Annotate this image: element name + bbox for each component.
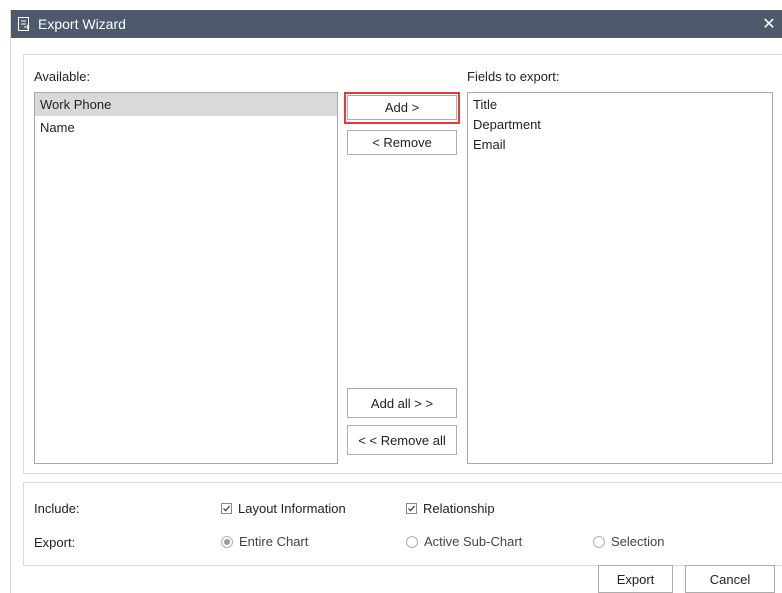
window-title: Export Wizard [38, 16, 126, 32]
layout-information-checkbox[interactable]: Layout Information [221, 501, 346, 516]
entire-chart-label: Entire Chart [239, 534, 309, 549]
active-sub-chart-label: Active Sub-Chart [424, 534, 523, 549]
cancel-button[interactable]: Cancel [685, 565, 775, 593]
selection-radio[interactable]: Selection [593, 534, 664, 549]
list-item[interactable]: Email [468, 133, 772, 156]
remove-all-button[interactable]: < < Remove all [347, 425, 457, 455]
remove-button-label: < Remove [372, 135, 432, 150]
checkbox-checked-icon[interactable] [406, 503, 417, 514]
available-fields-list[interactable]: Work Phone Name [34, 92, 338, 464]
include-label: Include: [34, 501, 80, 516]
export-label: Export: [34, 535, 76, 550]
relationship-label: Relationship [423, 501, 495, 516]
options-panel: Include: Layout Information Relationship… [23, 482, 782, 566]
field-selection-panel: Available: Fields to export: Work Phone … [23, 54, 782, 474]
cancel-button-label: Cancel [709, 571, 751, 587]
radio-unselected-icon[interactable] [593, 535, 605, 548]
export-button[interactable]: Export [598, 565, 673, 593]
list-item-label: Title [473, 97, 498, 112]
list-item-label: Name [40, 120, 75, 135]
entire-chart-radio[interactable]: Entire Chart [221, 534, 308, 549]
add-button-label: Add > [384, 100, 420, 115]
selection-label: Selection [611, 534, 665, 549]
export-button-label: Export [616, 571, 655, 587]
fields-to-export-list[interactable]: Title Department Email [467, 92, 773, 464]
radio-selected-icon[interactable] [221, 535, 233, 548]
available-label: Available: [34, 69, 91, 84]
list-item-label: Work Phone [40, 97, 112, 112]
export-wizard-dialog: Export Wizard ✕ Available: Fields to exp… [10, 10, 782, 593]
add-all-button-label: Add all > > [370, 395, 434, 411]
layout-information-label: Layout Information [238, 501, 346, 516]
remove-all-button-label: < < Remove all [358, 432, 446, 448]
export-document-icon [17, 17, 31, 31]
add-all-button[interactable]: Add all > > [347, 388, 457, 418]
list-item-label: Department [473, 117, 541, 132]
close-button[interactable]: ✕ [759, 14, 779, 34]
add-button[interactable]: Add > [347, 95, 457, 120]
close-icon: ✕ [762, 16, 776, 33]
list-item-label: Email [473, 137, 506, 152]
checkbox-checked-icon[interactable] [221, 503, 232, 514]
fields-to-export-label: Fields to export: [467, 69, 560, 84]
active-sub-chart-radio[interactable]: Active Sub-Chart [406, 534, 522, 549]
remove-button[interactable]: < Remove [347, 130, 457, 155]
title-bar: Export Wizard ✕ [11, 10, 782, 38]
relationship-checkbox[interactable]: Relationship [406, 501, 495, 516]
list-item[interactable]: Work Phone [35, 93, 337, 116]
radio-unselected-icon[interactable] [406, 535, 418, 548]
list-item[interactable]: Name [35, 116, 337, 139]
